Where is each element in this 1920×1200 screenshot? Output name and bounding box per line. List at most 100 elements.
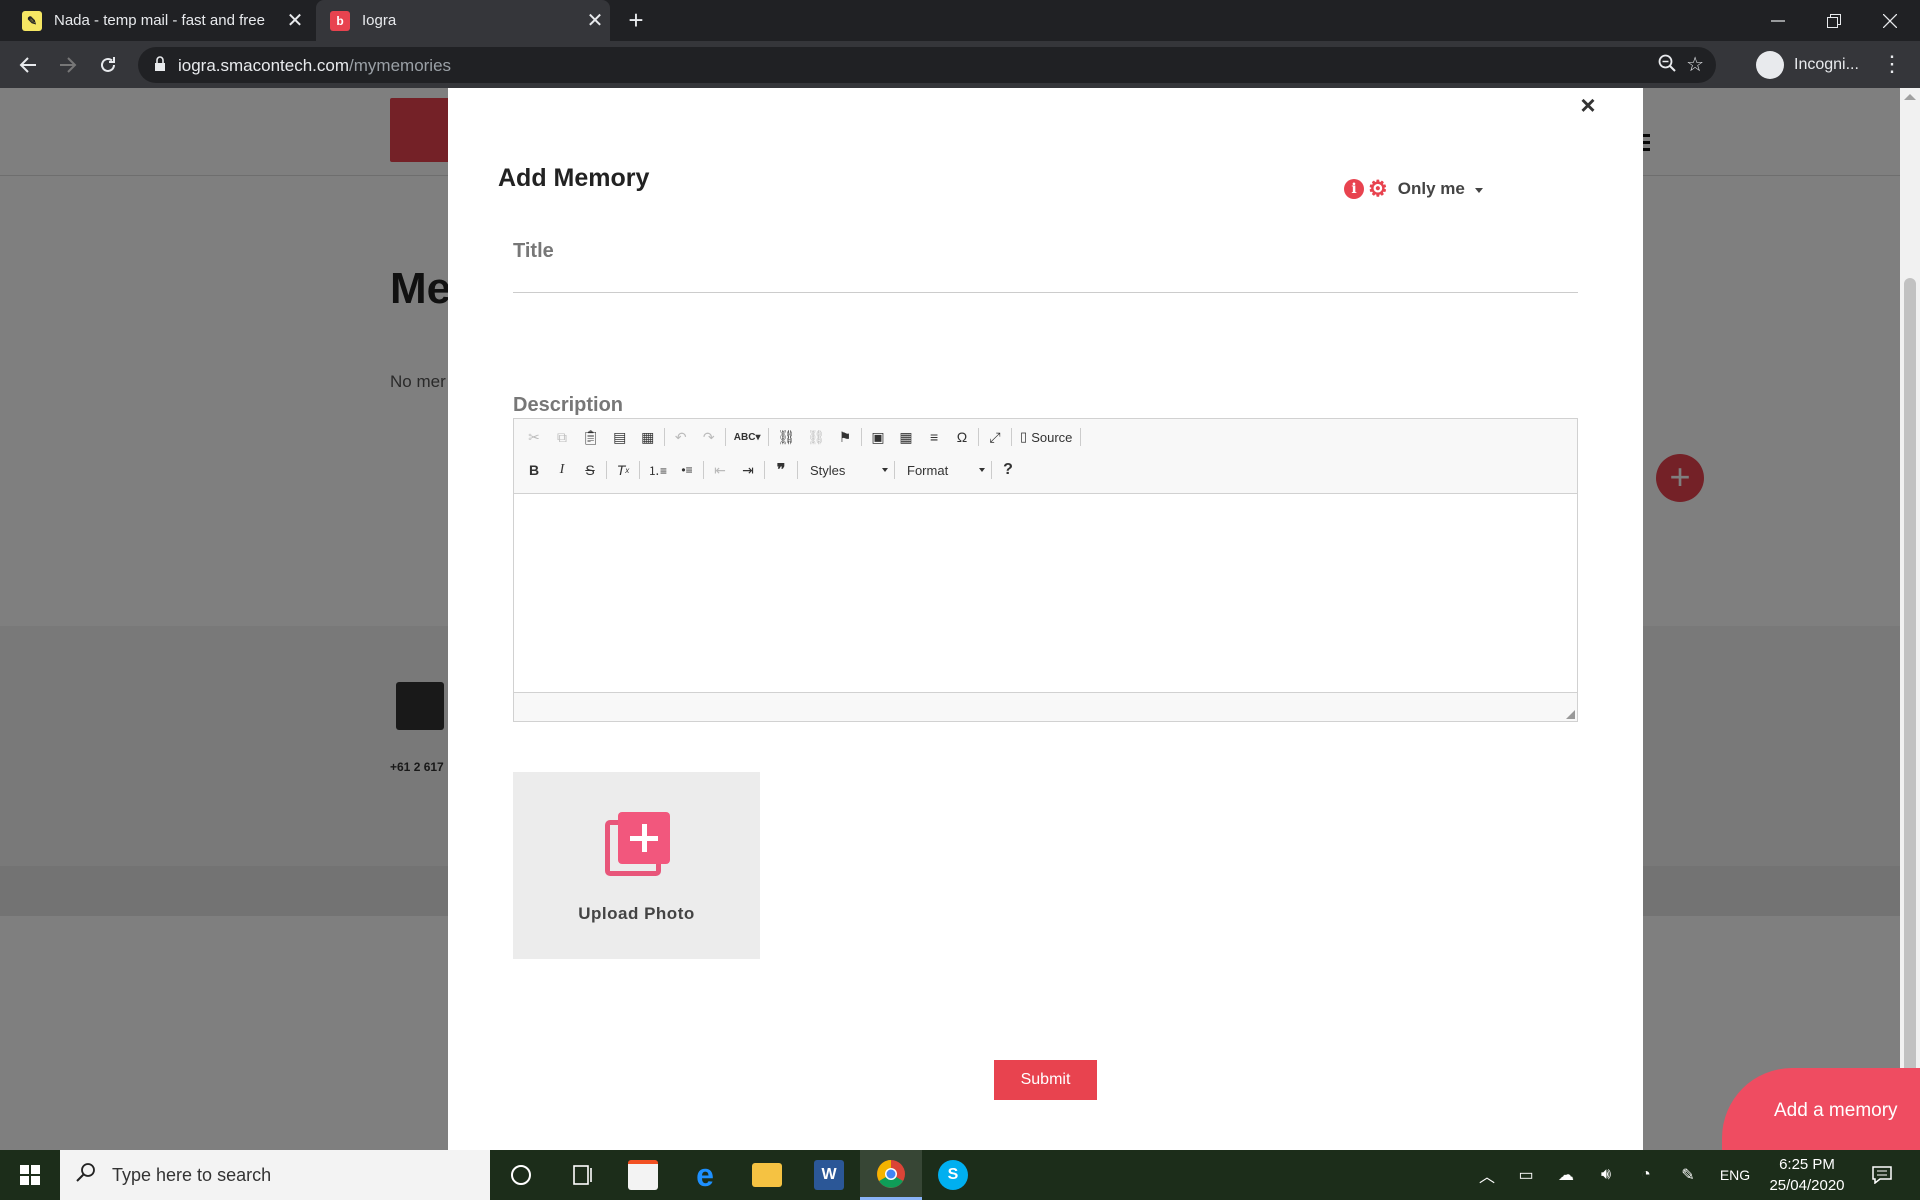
privacy-selector[interactable]: i ⚙ Only me xyxy=(1344,176,1483,202)
nada-favicon-icon: ✎ xyxy=(22,10,42,31)
profile-label: Incogni... xyxy=(1794,56,1859,73)
arrow-right-icon xyxy=(60,57,77,73)
tab-nada[interactable]: ✎ Nada - temp mail - fast and free ✕ xyxy=(8,0,310,41)
spellcheck-icon[interactable]: ABC▾ xyxy=(730,425,765,449)
skype-app-button[interactable]: S xyxy=(922,1150,984,1200)
task-view-button[interactable] xyxy=(552,1150,614,1200)
onedrive-cloud-icon[interactable]: ☁ xyxy=(1550,1150,1582,1200)
task-view-icon xyxy=(573,1165,592,1185)
browser-menu-icon[interactable]: ⋮ xyxy=(1880,51,1904,77)
show-hidden-icons-chevron-icon[interactable]: ︿ xyxy=(1472,1150,1502,1200)
minimize-button[interactable] xyxy=(1750,0,1806,41)
toolbar-separator xyxy=(1080,428,1082,446)
table-icon[interactable]: ▦ xyxy=(894,425,918,449)
scrollbar-thumb[interactable] xyxy=(1904,278,1916,1140)
new-tab-button[interactable]: + xyxy=(622,6,650,34)
incognito-icon xyxy=(1756,51,1784,79)
tab-iogra[interactable]: b Iogra ✕ xyxy=(316,0,610,41)
search-icon xyxy=(76,1162,96,1188)
indent-icon[interactable]: ⇥ xyxy=(736,458,760,482)
store-app-button[interactable] xyxy=(612,1150,674,1200)
blockquote-icon[interactable]: ❞ xyxy=(769,458,793,482)
cut-icon[interactable]: ✂ xyxy=(522,425,546,449)
taskbar-clock[interactable]: 6:25 PM 25/04/2020 xyxy=(1752,1154,1862,1196)
restore-button[interactable] xyxy=(1806,0,1862,41)
address-bar[interactable]: iogra.smacontech.com/mymemories ☆ xyxy=(138,47,1716,83)
toolbar-separator xyxy=(639,461,640,479)
chrome-app-button[interactable] xyxy=(860,1150,922,1200)
tab-title: Iogra xyxy=(362,12,397,29)
start-button[interactable] xyxy=(0,1150,60,1200)
toolbar-separator xyxy=(1011,428,1013,446)
redo-icon[interactable]: ↷ xyxy=(697,425,721,449)
add-a-memory-button[interactable]: Add a memory xyxy=(1722,1068,1920,1158)
add-memory-modal: × Add Memory i ⚙ Only me Title Descripti… xyxy=(448,88,1643,1150)
battery-icon[interactable]: ▭ xyxy=(1510,1150,1542,1200)
reload-button[interactable] xyxy=(92,49,124,81)
image-icon[interactable]: ▣ xyxy=(866,425,890,449)
tab-title: Nada - temp mail - fast and free xyxy=(54,12,265,29)
cortana-button[interactable] xyxy=(490,1150,552,1200)
styles-label: Styles xyxy=(810,462,846,478)
windows-logo-icon xyxy=(20,1165,40,1185)
toolbar-separator xyxy=(764,461,766,479)
browser-toolbar: iogra.smacontech.com/mymemories ☆ Incogn… xyxy=(0,41,1920,88)
italic-icon[interactable]: I xyxy=(550,458,574,482)
close-window-button[interactable] xyxy=(1862,0,1918,41)
copy-icon[interactable]: ⧉ xyxy=(550,425,574,449)
volume-icon[interactable]: 🔊︎ xyxy=(1590,1150,1622,1200)
strikethrough-icon[interactable]: S xyxy=(578,458,602,482)
wifi-icon[interactable]: ◔ xyxy=(1630,1150,1662,1200)
incognito-profile-button[interactable]: Incogni... xyxy=(1756,49,1859,81)
toolbar-separator xyxy=(797,461,799,479)
info-icon[interactable]: i xyxy=(1344,179,1364,199)
paste-icon[interactable]: 📋︎ xyxy=(578,425,604,449)
special-char-icon[interactable]: Ω xyxy=(950,425,974,449)
upload-photo-button[interactable]: Upload Photo xyxy=(513,772,760,959)
toolbar-separator xyxy=(978,428,980,446)
word-icon: W xyxy=(814,1160,844,1190)
tab-close-icon[interactable]: ✕ xyxy=(280,8,310,33)
help-button[interactable]: ? xyxy=(996,458,1020,482)
forward-button[interactable] xyxy=(52,49,84,81)
pen-workspace-icon[interactable]: ✎ xyxy=(1672,1150,1704,1200)
remove-format-icon[interactable]: Tx xyxy=(611,458,635,482)
bulleted-list-icon[interactable]: •≡ xyxy=(675,458,699,482)
zoom-icon[interactable] xyxy=(1658,54,1676,77)
bold-icon[interactable]: B xyxy=(522,458,546,482)
edge-app-button[interactable]: e xyxy=(674,1150,736,1200)
reload-icon xyxy=(101,57,115,72)
submit-button[interactable]: Submit xyxy=(994,1060,1097,1100)
resize-handle-icon[interactable] xyxy=(1566,710,1575,719)
paste-word-icon[interactable]: ▦ xyxy=(636,425,660,449)
taskbar-search-box[interactable]: Type here to search xyxy=(60,1150,490,1200)
browser-tab-bar: ✎ Nada - temp mail - fast and free ✕ b I… xyxy=(0,0,1920,41)
undo-icon[interactable]: ↶ xyxy=(669,425,693,449)
maximize-icon[interactable]: ⤢ xyxy=(983,425,1007,449)
horizontal-line-icon[interactable]: ≡ xyxy=(922,425,946,449)
title-input[interactable] xyxy=(513,264,1578,292)
toolbar-separator xyxy=(894,461,896,479)
word-app-button[interactable]: W xyxy=(798,1150,860,1200)
tab-close-icon[interactable]: ✕ xyxy=(580,8,610,33)
numbered-list-icon[interactable]: ⒈≡ xyxy=(644,458,671,482)
editor-content-area[interactable] xyxy=(514,493,1577,693)
bookmark-star-icon[interactable]: ☆ xyxy=(1686,52,1704,77)
unlink-icon[interactable]: ⛓ xyxy=(803,425,829,449)
link-icon[interactable]: ⛓ xyxy=(773,425,799,449)
caret-down-icon xyxy=(1474,187,1483,193)
editor-toolbar-row-1: ✂ ⧉ 📋︎ ▤ ▦ ↶ ↷ ABC▾ ⛓ ⛓ ⚑ ▣ ▦ ≡ Ω ⤢ ▯ Sou… xyxy=(522,424,1085,450)
styles-dropdown[interactable]: Styles xyxy=(802,458,894,482)
format-dropdown[interactable]: Format xyxy=(899,458,991,482)
source-button[interactable]: ▯ Source xyxy=(1016,425,1076,449)
back-button[interactable] xyxy=(12,49,44,81)
scroll-up-icon[interactable] xyxy=(1904,94,1916,100)
title-underline xyxy=(513,292,1578,293)
action-center-notification-icon[interactable] xyxy=(1862,1150,1902,1200)
file-explorer-button[interactable] xyxy=(736,1150,798,1200)
anchor-flag-icon[interactable]: ⚑ xyxy=(833,425,857,449)
page-scrollbar[interactable] xyxy=(1900,88,1920,1150)
paste-text-icon[interactable]: ▤ xyxy=(608,425,632,449)
outdent-icon[interactable]: ⇤ xyxy=(708,458,732,482)
modal-close-button[interactable]: × xyxy=(1573,90,1603,121)
